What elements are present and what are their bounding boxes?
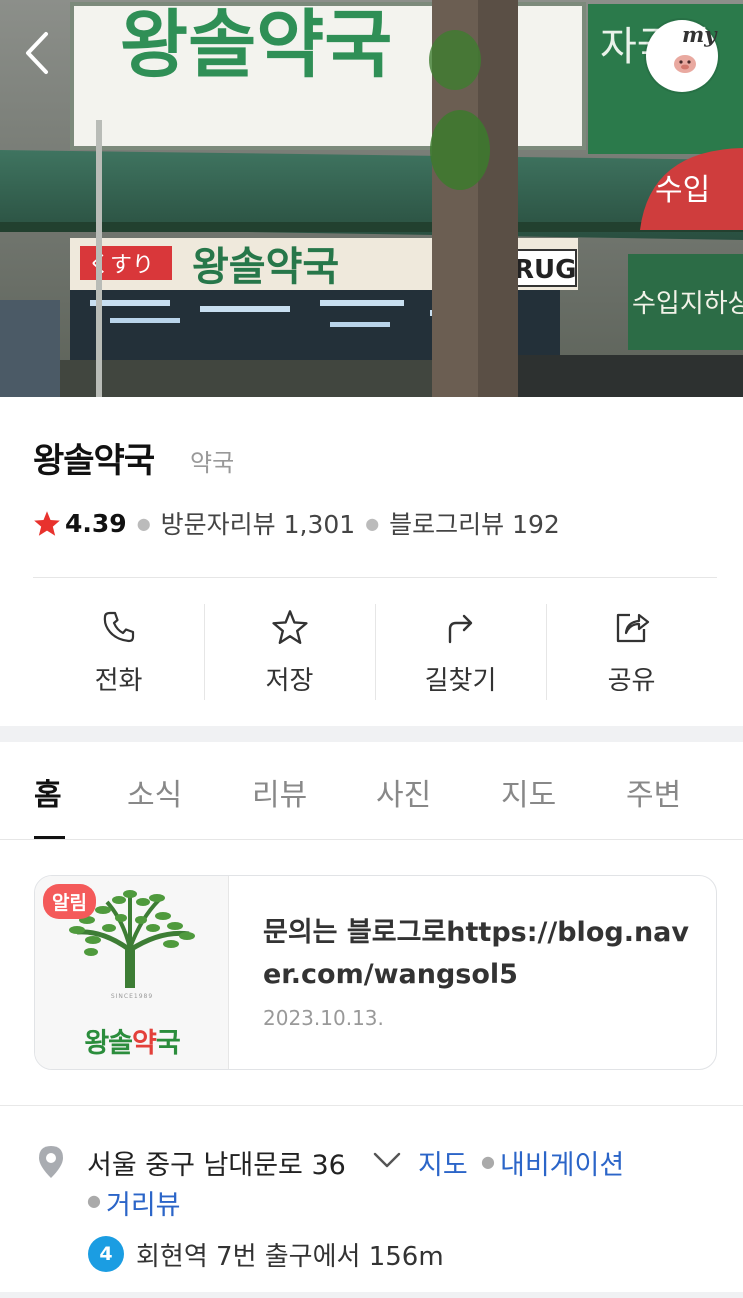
back-button[interactable] xyxy=(22,30,72,86)
divider xyxy=(0,1105,743,1106)
active-tab-indicator xyxy=(34,836,65,839)
save-label: 저장 xyxy=(265,666,314,696)
chevron-left-icon xyxy=(26,32,48,74)
subway-directions-text: 회현역 7번 출구에서 156m xyxy=(136,1242,444,1272)
logo-since-text: SINCE1989 xyxy=(110,993,154,1000)
svg-text:수입: 수입 xyxy=(655,173,710,208)
navigation-link[interactable]: 내비게이션 xyxy=(500,1143,624,1182)
visitor-review-link[interactable]: 방문자리뷰 1,301 xyxy=(161,505,356,541)
share-label: 공유 xyxy=(607,666,656,696)
hero-photo[interactable]: 왕솔약국 자국식 수입 くすり 왕솔약국 RUG 수입지하상 xyxy=(0,0,743,397)
tab-map[interactable]: 지도 xyxy=(501,770,556,814)
star-outline-icon xyxy=(271,610,308,644)
my-label: my xyxy=(682,22,717,47)
location-pin-icon xyxy=(39,1146,63,1178)
storefront-photo: 왕솔약국 자국식 수입 くすり 왕솔약국 RUG 수입지하상 xyxy=(0,0,743,397)
directions-icon xyxy=(448,614,472,644)
notice-card[interactable]: SINCE1989 왕솔약국 알림 문의는 블로그로https://blog.n… xyxy=(34,875,717,1070)
svg-text:수입지하상: 수입지하상 xyxy=(632,289,743,319)
subway-line-badge: 4 xyxy=(88,1236,124,1272)
bottom-edge xyxy=(0,1292,743,1298)
phone-icon xyxy=(103,611,134,643)
star-icon xyxy=(33,510,61,537)
share-button[interactable]: 공유 xyxy=(546,600,717,704)
map-link[interactable]: 지도 xyxy=(418,1143,468,1182)
separator-dot: ● xyxy=(87,1191,101,1210)
place-category: 약국 xyxy=(190,449,235,477)
blog-review-link[interactable]: 블로그리뷰 192 xyxy=(389,505,560,541)
tab-bar: 홈 소식 리뷰 사진 지도 주변 xyxy=(0,742,743,840)
tab-news[interactable]: 소식 xyxy=(127,770,182,814)
logo-wordmark: 왕솔약국 xyxy=(84,1028,180,1059)
chevron-down-icon[interactable] xyxy=(372,1150,402,1170)
separator-dot: ● xyxy=(136,513,151,533)
section-gap xyxy=(0,726,743,742)
tab-nearby[interactable]: 주변 xyxy=(626,770,681,814)
separator-dot: ● xyxy=(365,513,380,533)
address-text: 서울 중구 남대문로 36 xyxy=(87,1150,346,1181)
separator-dot: ● xyxy=(481,1152,495,1171)
svg-text:RUG: RUG xyxy=(514,255,576,285)
svg-text:왕솔약국: 왕솔약국 xyxy=(192,244,339,290)
call-label: 전화 xyxy=(94,666,143,696)
notice-date: 2023.10.13. xyxy=(263,1006,384,1030)
save-button[interactable]: 저장 xyxy=(204,600,375,704)
call-button[interactable]: 전화 xyxy=(33,600,204,704)
tab-home[interactable]: 홈 xyxy=(34,770,62,814)
notice-badge: 알림 xyxy=(43,884,96,919)
notice-thumbnail: SINCE1989 왕솔약국 알림 xyxy=(35,876,229,1069)
tab-reviews[interactable]: 리뷰 xyxy=(252,770,307,814)
notice-title: 문의는 블로그로https://blog.naver.com/wangsol5 xyxy=(263,917,689,990)
svg-text:왕솔약국: 왕솔약국 xyxy=(120,2,392,88)
divider xyxy=(33,577,717,578)
share-icon xyxy=(616,613,649,643)
directions-button[interactable]: 길찾기 xyxy=(375,600,546,704)
tab-photos[interactable]: 사진 xyxy=(376,770,431,814)
directions-label: 길찾기 xyxy=(424,666,497,696)
street-view-link[interactable]: 거리뷰 xyxy=(106,1183,181,1222)
action-bar: 전화 저장 길찾기 공유 xyxy=(33,600,717,704)
rating-row: 4.39 ● 방문자리뷰 1,301 ● 블로그리뷰 192 xyxy=(33,505,560,541)
avatar-icon xyxy=(674,55,696,73)
place-name: 왕솔약국 xyxy=(33,441,155,481)
my-page-button[interactable]: my xyxy=(646,20,718,92)
rating-value: 4.39 xyxy=(65,508,127,538)
